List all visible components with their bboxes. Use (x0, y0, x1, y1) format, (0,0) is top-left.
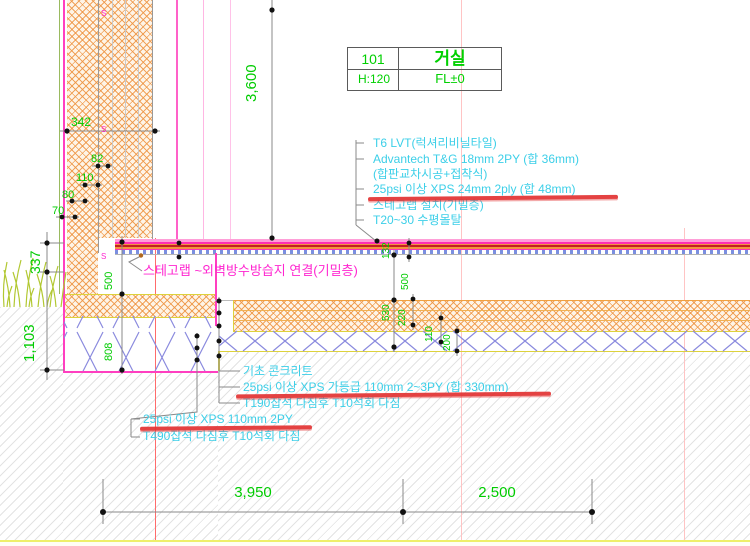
floor-note-mortar: T20~30 수평몰탈 (373, 214, 462, 228)
dim-wall-total: 342 (71, 116, 91, 130)
slab-top-line (115, 254, 750, 255)
cad-sheet: S S S 101 거실 H:120 FL±0 3,600 337 1,103 … (0, 0, 750, 546)
floor-note-lvt: T6 LVT(럭셔리비닐타일) (373, 137, 497, 151)
grid-line-right (684, 228, 685, 546)
wall-finish-line-1 (203, 0, 204, 240)
dim-wall-layer2: 110 (76, 172, 94, 185)
wall-stud-line-3 (138, 0, 139, 238)
floor-red-line (115, 245, 750, 247)
dim-ceiling-height: 3,600 (243, 44, 260, 102)
room-name: 거실 (399, 49, 501, 69)
dim-footing-depth: 808 (103, 323, 116, 361)
dim-wall-layer4: 70 (52, 205, 64, 218)
wall-finish-line-2 (230, 0, 231, 240)
underslab-xps-band (233, 300, 750, 332)
underslab-xps-line-2 (233, 320, 750, 321)
wall-green-line (59, 0, 60, 294)
dim-excavation: 1,103 (21, 300, 38, 362)
gravel-bottom-line (218, 351, 750, 352)
gravel-layer-deep (64, 316, 218, 371)
fastener-mark-1: S (101, 9, 106, 18)
wall-exterior-insulation (67, 0, 98, 294)
room-box-row-divider (348, 69, 501, 70)
slab-bottom-line (215, 300, 233, 301)
dim-wall-layer3: 80 (62, 189, 74, 202)
soil-hatch-under-footing (63, 372, 218, 546)
dim-slab: 500 (400, 263, 412, 290)
floor-note-advantech: Advantech T&G 18mm 2PY (합 36mm) (373, 153, 579, 167)
dim-xps-two: 220 (397, 297, 409, 326)
dim-xps-one: 110 (424, 311, 436, 342)
dim-subbase: 530 (381, 287, 393, 321)
dim-span-right: 2,500 (457, 484, 537, 501)
airtight-note: 스테고랩 ~외벽방수방습지 연결(기밀층) (143, 264, 358, 279)
foundation-note-concrete: 기초 콘크리트 (243, 365, 313, 379)
wall-exterior-membrane (63, 0, 65, 294)
dim-floor-finish: 132 (381, 238, 393, 259)
footing-xps-band (63, 294, 215, 318)
fastener-mark-2: S (101, 125, 106, 134)
gravel-step-riser (218, 352, 220, 371)
grid-line-wall (155, 238, 156, 546)
footing-note-gravel: T490잡석 다짐후 T10석회 다짐 (143, 430, 300, 444)
wall-stud-line-2 (125, 0, 126, 238)
wall-stud-line-1 (112, 0, 113, 238)
underslab-xps-line-1 (233, 310, 750, 311)
foundation-note-gravel: T190잡석 다짐후 T10석회 다짐 (243, 397, 400, 411)
dim-grade-offset: 337 (27, 240, 43, 274)
room-floor-level: FL±0 (399, 72, 501, 87)
excavation-bottom-line (63, 371, 218, 373)
sheet-bottom-strip (0, 542, 750, 546)
dim-gravel: 200 (442, 329, 454, 351)
excavation-side-line (63, 294, 65, 372)
dim-span-left: 3,950 (213, 484, 293, 501)
floor-note-plywood: (합판교차시공+접착식) (373, 168, 487, 182)
room-label-box: 101 거실 H:120 FL±0 (347, 47, 502, 91)
room-ceiling-height: H:120 (349, 73, 399, 87)
wall-vapour-line (176, 0, 178, 240)
dim-stem-wall: 500 (103, 262, 116, 290)
fastener-mark-3: S (101, 252, 106, 261)
dim-wall-layer1: 82 (91, 153, 103, 166)
highlight-underline-floor-xps (368, 195, 618, 201)
wall-sheathing-line-inner (152, 0, 153, 253)
room-number: 101 (348, 51, 398, 67)
floor-note-stego: 스테고랩 설치(기밀층) (373, 199, 484, 213)
gravel-layer-shallow (219, 330, 750, 352)
